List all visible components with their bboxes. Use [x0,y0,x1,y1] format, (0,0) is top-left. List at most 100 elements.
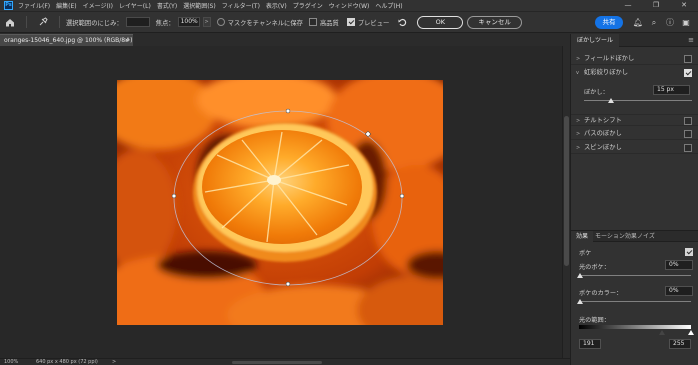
selection-fade-label: 選択範囲のにじみ： [66,19,123,27]
bokeh-color-slider-knob[interactable] [577,299,583,304]
window-controls: — ❐ ✕ [614,0,698,11]
bokeh-checkbox[interactable] [685,248,693,256]
bokeh-color-input[interactable]: 0% [665,286,693,296]
light-range-max-input[interactable]: 255 [669,339,691,349]
minimize-button[interactable]: — [614,0,642,11]
photoshop-logo-icon: Ps [4,1,13,10]
light-range-max-knob[interactable] [688,330,694,335]
tab-noise[interactable]: ノイズ [637,231,655,243]
panel-header: ぼかしツール ≡ [571,34,698,47]
high-quality-checkbox[interactable] [308,18,317,26]
menu-file[interactable]: ファイル(F) [18,1,50,10]
tab-effects[interactable]: 効果 [571,231,594,243]
menu-plugins[interactable]: プラグイン [293,1,323,10]
save-mask-radio[interactable] [216,18,225,26]
pin-tool-icon[interactable] [33,14,53,30]
high-quality-label: 高品質 [319,19,339,27]
light-bokeh-input[interactable]: 0% [665,260,693,270]
blur-slider-track[interactable] [584,100,692,101]
light-bokeh-label: 光のボケ： [579,264,610,271]
workspace-icon[interactable]: ▣ [678,16,694,29]
cancel-button[interactable]: キャンセル [467,15,522,29]
bell-icon[interactable]: 🔔︎ [630,16,646,29]
vertical-scroll-thumb[interactable] [564,116,569,266]
blur-tools-tab[interactable]: ぼかしツール [571,34,620,47]
document-dimensions: 640 px x 480 px (72 ppi) [36,359,98,365]
divider [26,16,27,28]
focus-input[interactable]: 100% [177,17,200,27]
blur-item-label: 虹彩絞りぼかし [584,69,629,76]
menu-type[interactable]: 書式(Y) [157,1,177,10]
focus-label: 焦点： [155,19,175,27]
iris-handle-bottom [285,281,291,287]
zoom-level[interactable]: 100% [4,359,18,365]
iris-handle-right [399,193,405,199]
workspace [0,46,562,358]
light-range-min-input[interactable]: 191 [579,339,601,349]
blur-item-label: パスのぼかし [584,130,622,137]
light-range-min-knob[interactable] [659,330,665,335]
menu-edit[interactable]: 編集(E) [56,1,76,10]
top-right-icons: 🔔︎ ⌕ ⓘ ▣ [630,16,694,29]
status-menu-arrow[interactable]: > [112,359,116,365]
blur-tools-panel: ぼかしツール ≡ > フィールドぼかし v 虹彩絞りぼかし ぼかし： 15 px… [570,34,698,365]
iris-blur-overlay[interactable] [0,46,562,358]
menu-image[interactable]: イメージ(I) [83,1,113,10]
menu-select[interactable]: 選択範囲(S) [183,1,216,10]
menu-help[interactable]: ヘルプ(H) [375,1,402,10]
collapsed-icon[interactable]: > [576,53,580,65]
bokeh-color-label: ボケのカラー： [579,290,623,297]
blur-item-field[interactable]: > フィールドぼかし [571,53,698,65]
focus-dropdown-icon[interactable]: > [202,17,211,27]
document-tab[interactable]: oranges-15046_640.jpg @ 100% (RGB/8#) × [0,34,133,46]
close-tab-icon[interactable]: × [124,35,129,46]
menu-window[interactable]: ウィンドウ(W) [329,1,370,10]
maximize-button[interactable]: ❐ [642,0,670,11]
blur-item-iris[interactable]: v 虹彩絞りぼかし [571,67,698,79]
collapsed-icon[interactable]: > [576,128,580,140]
vertical-scrollbar[interactable] [562,46,570,358]
panel-menu-icon[interactable]: ≡ [688,34,694,47]
bokeh-color-slider-track[interactable] [579,301,691,302]
iris-roundness-handle [364,130,372,138]
blur-item-checkbox[interactable] [684,130,692,138]
collapsed-icon[interactable]: > [576,115,580,127]
menu-filter[interactable]: フィルター(T) [222,1,260,10]
light-range-label: 光の範囲： [579,317,610,324]
blur-item-label: スピンぼかし [584,144,622,151]
preview-checkbox[interactable] [346,18,355,26]
share-button[interactable]: 共有 [595,16,623,29]
horizontal-scroll-thumb[interactable] [232,361,322,364]
blur-item-path[interactable]: > パスのぼかし [571,128,698,140]
expanded-icon[interactable]: v [576,67,579,79]
blur-slider-knob[interactable] [608,98,614,103]
help-icon[interactable]: ⓘ [662,16,678,29]
collapsed-icon[interactable]: > [576,142,580,154]
selection-fade-input[interactable] [125,17,150,27]
blur-amount-input[interactable]: 15 px [653,85,690,95]
blur-item-label: チルトシフト [584,117,622,124]
home-icon[interactable] [0,14,20,30]
blur-item-checkbox[interactable] [684,69,692,77]
menu-view[interactable]: 表示(V) [266,1,287,10]
blur-amount-label: ぼかし： [584,89,609,96]
blur-item-tilt-shift[interactable]: > チルトシフト [571,114,698,126]
iris-handle-top [285,108,291,114]
menu-bar: Ps ファイル(F) 編集(E) イメージ(I) レイヤー(L) 書式(Y) 選… [0,0,698,11]
preview-label: プレビュー [357,19,390,27]
blur-item-spin[interactable]: > スピンぼかし [571,142,698,154]
light-bokeh-slider-knob[interactable] [577,273,583,278]
light-range-gradient [579,325,691,329]
close-window-button[interactable]: ✕ [670,0,698,11]
light-bokeh-slider-track[interactable] [579,275,691,276]
reset-icon[interactable] [395,14,409,30]
menu-layer[interactable]: レイヤー(L) [119,1,151,10]
tab-motion-effects[interactable]: モーション効果 [595,231,637,243]
options-bar: 選択範囲のにじみ： 焦点： 100% > マスクをチャンネルに保存 高品質 プレ… [0,11,698,33]
ok-button[interactable]: OK [417,15,464,29]
blur-item-checkbox[interactable] [684,144,692,152]
search-icon[interactable]: ⌕ [646,16,662,29]
status-bar: 100% 640 px x 480 px (72 ppi) > [0,358,570,365]
blur-item-checkbox[interactable] [684,117,692,125]
blur-item-checkbox[interactable] [684,55,692,63]
